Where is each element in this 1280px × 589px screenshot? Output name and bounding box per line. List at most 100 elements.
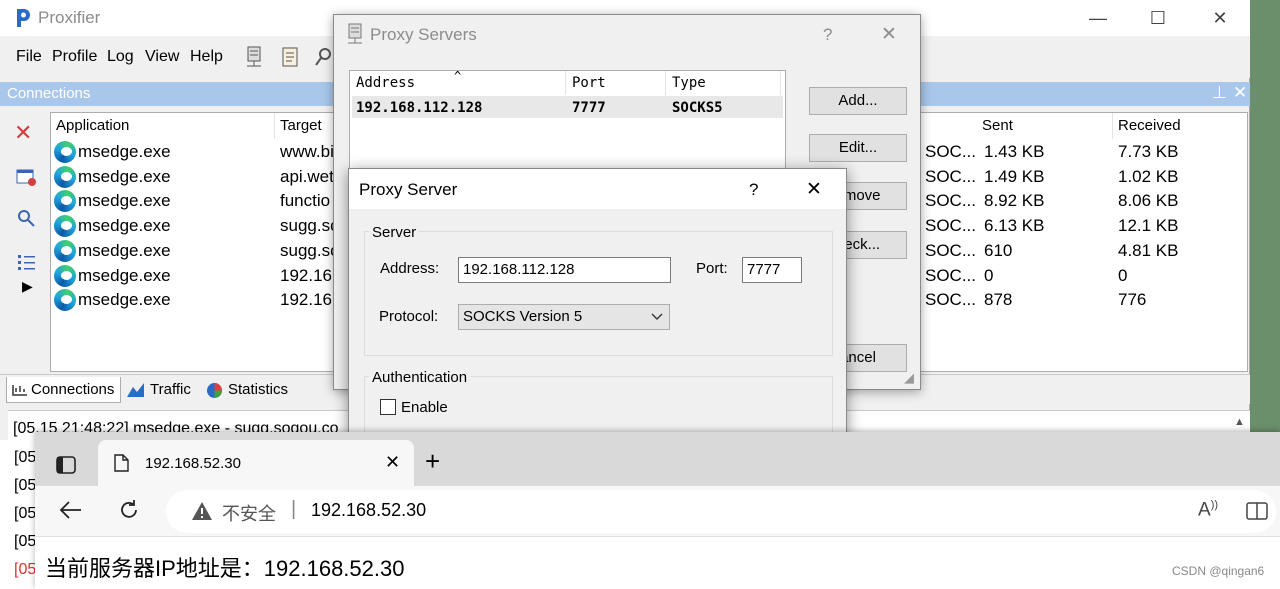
column-address-label: Address bbox=[356, 75, 416, 91]
tab-actions-icon[interactable] bbox=[56, 456, 76, 474]
cell-proxy: SOC... bbox=[925, 216, 977, 236]
find-icon[interactable] bbox=[16, 208, 38, 230]
rules-icon[interactable] bbox=[280, 46, 300, 68]
close-connection-icon[interactable]: ✕ bbox=[14, 120, 32, 146]
cell-application: msedge.exe bbox=[78, 166, 171, 186]
cell-application: msedge.exe bbox=[78, 290, 171, 310]
server-icon bbox=[348, 23, 362, 44]
menu-view[interactable]: View bbox=[145, 48, 179, 66]
refresh-icon[interactable] bbox=[118, 499, 140, 521]
cell-received: 1.02 KB bbox=[1118, 166, 1179, 186]
cell-target: sugg.sc bbox=[280, 240, 339, 260]
menu-file[interactable]: File bbox=[16, 48, 42, 66]
scroll-up-icon[interactable]: ▲ bbox=[1234, 416, 1245, 428]
proxy-servers-icon[interactable] bbox=[244, 46, 264, 68]
menu-help[interactable]: Help bbox=[190, 48, 223, 66]
security-label[interactable]: 不安全 bbox=[222, 500, 276, 526]
page-icon bbox=[114, 454, 129, 472]
read-aloud-icon[interactable]: A)) bbox=[1198, 499, 1218, 521]
port-input[interactable]: 7777 bbox=[742, 257, 802, 283]
tab-title: 192.168.52.30 bbox=[145, 455, 241, 472]
column-received[interactable]: Received bbox=[1113, 113, 1247, 139]
back-icon[interactable] bbox=[59, 500, 83, 520]
warning-icon[interactable] bbox=[191, 501, 213, 521]
enable-label: Enable bbox=[401, 399, 448, 416]
edge-app-icon bbox=[54, 239, 76, 262]
protocol-select[interactable]: SOCKS Version 5 bbox=[458, 304, 670, 330]
address-input[interactable]: 192.168.112.128 bbox=[458, 257, 671, 283]
statistics-tab-icon bbox=[207, 383, 222, 398]
cell-received: 4.81 KB bbox=[1118, 240, 1179, 260]
edge-app-icon bbox=[54, 264, 76, 287]
add-button[interactable]: Add... bbox=[809, 87, 907, 115]
cell-received: 12.1 KB bbox=[1118, 216, 1179, 236]
address-label: Address: bbox=[380, 260, 440, 277]
cell-proxy: SOC... bbox=[925, 265, 977, 285]
split-screen-icon[interactable] bbox=[1246, 501, 1268, 521]
proxy-type: SOCKS5 bbox=[672, 100, 723, 116]
edge-app-icon bbox=[54, 141, 76, 163]
page-content: 当前服务器IP地址是：192.168.52.30 bbox=[35, 537, 1280, 589]
expand-arrow-icon[interactable]: ▶ bbox=[22, 278, 33, 295]
edit-button[interactable]: Edit... bbox=[809, 134, 907, 162]
watermark: CSDN @qingan6 bbox=[1172, 564, 1265, 578]
cell-sent: 1.43 KB bbox=[984, 142, 1045, 161]
column-port[interactable]: Port bbox=[566, 71, 666, 95]
name-resolution-icon[interactable] bbox=[314, 46, 334, 68]
cell-proxy: SOC... bbox=[925, 142, 977, 161]
resize-grip-icon[interactable]: ◢ bbox=[904, 370, 914, 386]
menu-log[interactable]: Log bbox=[107, 48, 134, 66]
connection-toolbar: ✕ ▶ bbox=[4, 114, 44, 374]
url-text[interactable]: 192.168.52.30 bbox=[311, 500, 426, 521]
browser-window: 192.168.52.30 ✕ + 不安全 | 192.168.52.30 A)… bbox=[35, 432, 1280, 589]
column-address[interactable]: Address ^ bbox=[350, 69, 566, 95]
cell-target: www.bi bbox=[280, 142, 334, 161]
pin-icon[interactable]: ⊥ bbox=[1212, 83, 1227, 103]
dialog-close-button[interactable]: ✕ bbox=[881, 23, 897, 46]
tab-close-icon[interactable]: ✕ bbox=[385, 452, 400, 473]
app-title: Proxifier bbox=[38, 8, 101, 27]
close-button[interactable]: ✕ bbox=[1197, 4, 1243, 32]
tab-strip: 192.168.52.30 ✕ + bbox=[35, 432, 1280, 486]
tab-statistics-label: Statistics bbox=[228, 381, 289, 398]
list-view-icon[interactable] bbox=[16, 252, 38, 274]
help-button[interactable]: ? bbox=[749, 180, 758, 200]
cell-target: functio bbox=[280, 191, 331, 211]
help-button[interactable]: ? bbox=[823, 25, 832, 45]
tab-traffic-label: Traffic bbox=[150, 381, 191, 398]
enable-checkbox[interactable] bbox=[380, 399, 396, 415]
column-application[interactable]: Application bbox=[51, 113, 275, 139]
cell-target: sugg.sc bbox=[280, 216, 339, 236]
edge-app-icon bbox=[54, 190, 76, 213]
kill-process-icon[interactable] bbox=[16, 168, 38, 188]
protocol-label: Protocol: bbox=[379, 308, 439, 325]
cell-received: 776 bbox=[1118, 290, 1147, 310]
menu-profile[interactable]: Profile bbox=[52, 48, 97, 66]
browser-tab[interactable]: 192.168.52.30 ✕ bbox=[98, 440, 414, 486]
proxifier-logo-icon bbox=[17, 9, 30, 27]
dialog-title: Proxy Servers bbox=[370, 25, 477, 44]
cell-application: msedge.exe bbox=[78, 265, 171, 285]
dialog-close-button[interactable]: ✕ bbox=[806, 178, 822, 201]
tab-traffic[interactable]: Traffic bbox=[122, 377, 197, 403]
maximize-button[interactable]: ☐ bbox=[1135, 4, 1181, 32]
cell-sent: 610 bbox=[984, 240, 1013, 260]
server-ip-text: 当前服务器IP地址是：192.168.52.30 bbox=[45, 556, 405, 581]
column-type[interactable]: Type bbox=[666, 71, 781, 95]
log-prefix: [05 bbox=[14, 449, 37, 466]
cell-target: 192.16 bbox=[280, 290, 332, 310]
dialog-title: Proxy Server bbox=[359, 180, 458, 199]
new-tab-button[interactable]: + bbox=[425, 446, 440, 477]
tab-statistics[interactable]: Statistics bbox=[200, 377, 294, 403]
dialog-title-bar: Proxy Server ? ✕ bbox=[349, 169, 846, 209]
minimize-button[interactable]: — bbox=[1075, 4, 1121, 32]
port-label: Port: bbox=[696, 260, 728, 277]
cell-received: 7.73 KB bbox=[1118, 142, 1179, 161]
cell-proxy: SOC... bbox=[925, 290, 977, 310]
panel-close-icon[interactable]: ✕ bbox=[1233, 83, 1247, 103]
column-sent[interactable]: Sent bbox=[977, 113, 1113, 139]
cell-sent: 8.92 KB bbox=[984, 191, 1045, 211]
tab-connections[interactable]: Connections bbox=[6, 377, 122, 403]
cell-received: 8.06 KB bbox=[1118, 191, 1179, 211]
connections-tab-icon bbox=[12, 385, 27, 396]
